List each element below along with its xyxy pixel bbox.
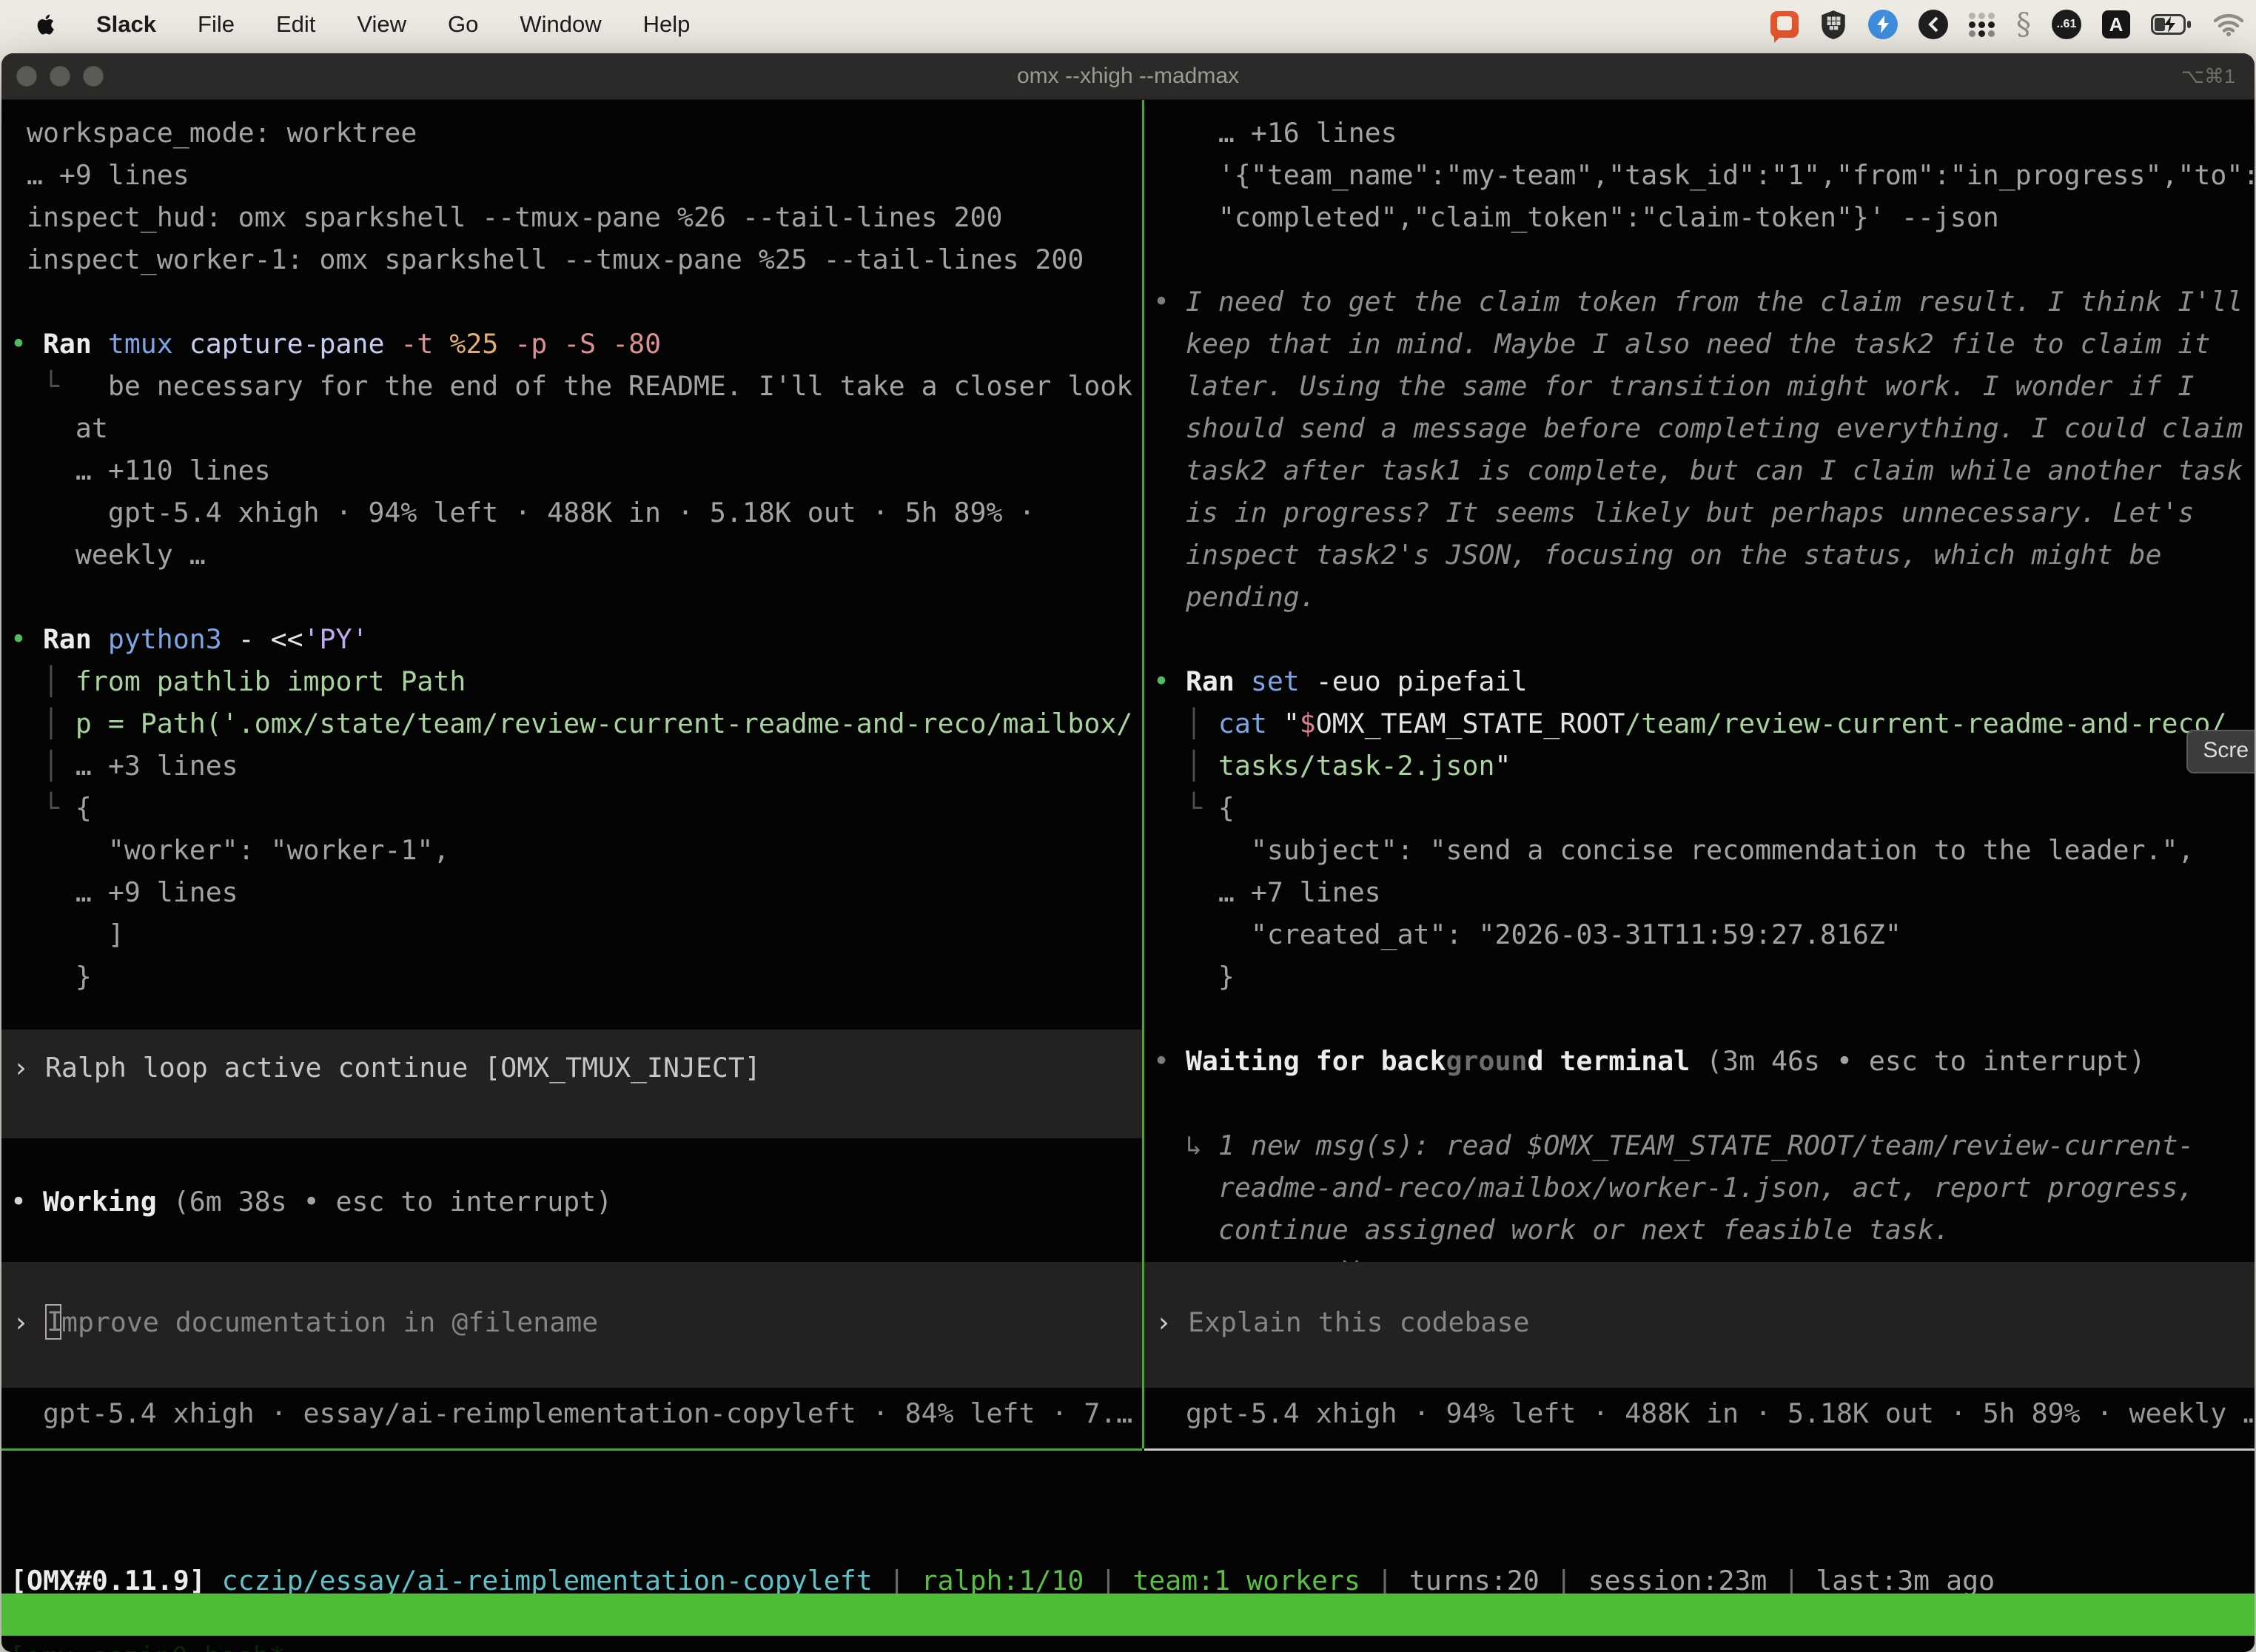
terminal-line: later. Using the same for transition mig… xyxy=(1153,365,2255,407)
terminal-line: › Ralph loop active continue [OMX_TMUX_I… xyxy=(1,1047,1142,1089)
terminal-window: omx --xhigh --madmax ⌥⌘1 workspace_mode:… xyxy=(1,53,2255,1652)
right-model-status-line: gpt-5.4 xhigh · 94% left · 488K in · 5.1… xyxy=(1153,1392,2255,1434)
terminal-line: } xyxy=(10,956,1141,998)
terminal-line: › Explain this codebase xyxy=(1144,1301,2255,1343)
terminal-line: │ p = Path('.omx/state/team/review-curre… xyxy=(10,702,1141,745)
terminal-line: └ { xyxy=(1153,787,2255,829)
terminal-line: pending. xyxy=(1153,576,2255,618)
terminal-line: at xyxy=(10,407,1141,449)
window-titlebar[interactable]: omx --xhigh --madmax ⌥⌘1 xyxy=(1,53,2255,100)
terminal-line: └ { xyxy=(10,787,1141,829)
left-model-status-line: gpt-5.4 xhigh · essay/ai-reimplementatio… xyxy=(10,1392,1132,1434)
terminal-content: workspace_mode: worktree … +9 lines insp… xyxy=(1,100,2255,1652)
terminal-line: inspect_hud: omx sparkshell --tmux-pane … xyxy=(10,196,1141,238)
working-status: • Working (6m 38s • esc to interrupt) xyxy=(10,1181,612,1223)
left-prompt-input[interactable]: › Improve documentation in @filename xyxy=(1,1262,1142,1388)
terminal-line xyxy=(1153,1082,2255,1124)
terminal-line: • Ran python3 - <<'PY' xyxy=(10,618,1141,660)
shield-grid-icon[interactable] xyxy=(1819,9,1847,40)
terminal-line: • Waiting for background terminal (3m 46… xyxy=(1153,1040,2255,1082)
right-prompt-input[interactable]: › Explain this codebase xyxy=(1144,1262,2255,1388)
terminal-line: gpt-5.4 xhigh · 94% left · 488K in · 5.1… xyxy=(10,491,1141,534)
terminal-line: │ from pathlib import Path xyxy=(10,660,1141,702)
menu-item-view[interactable]: View xyxy=(357,11,406,38)
terminal-line: ↳ 1 new msg(s): read $OMX_TEAM_STATE_ROO… xyxy=(1153,1124,2255,1166)
terminal-line: • Ran set -euo pipefail xyxy=(1153,660,2255,702)
terminal-line xyxy=(1153,238,2255,281)
terminal-line xyxy=(10,576,1141,618)
terminal-line: inspect task2's JSON, focusing on the st… xyxy=(1153,534,2255,576)
terminal-line: … +9 lines xyxy=(10,154,1141,196)
terminal-line: should send a message before completing … xyxy=(1153,407,2255,449)
terminal-line xyxy=(1153,618,2255,660)
terminal-line: } xyxy=(1153,956,2255,998)
terminal-line: … +110 lines xyxy=(10,449,1141,491)
screen-overlay-tooltip: Scre xyxy=(2186,730,2255,773)
tmux-session-name[interactable]: [omx-cczip0:bash* xyxy=(9,1636,286,1652)
terminal-line xyxy=(1153,998,2255,1040)
terminal-line: continue assigned work or next feasible … xyxy=(1153,1209,2255,1251)
terminal-line: … +9 lines xyxy=(10,871,1141,913)
terminal-line: "completed","claim_token":"claim-token"}… xyxy=(1153,196,2255,238)
terminal-line: │ cat "$OMX_TEAM_STATE_ROOT/team/review-… xyxy=(1153,702,2255,745)
dots-grid-icon[interactable] xyxy=(1969,13,1995,37)
menu-item-window[interactable]: Window xyxy=(520,11,601,38)
left-pane-bottom-border xyxy=(1,1448,1142,1451)
pane-divider[interactable] xyxy=(1142,100,1144,1448)
wifi-icon[interactable] xyxy=(2213,13,2244,36)
terminal-line: │ tasks/task-2.json" xyxy=(1153,745,2255,787)
spark-badge-icon[interactable] xyxy=(1868,10,1898,39)
menu-item-edit[interactable]: Edit xyxy=(276,11,315,38)
terminal-line: … +16 lines xyxy=(1153,112,2255,154)
terminal-line xyxy=(10,281,1141,323)
terminal-line: • I need to get the claim token from the… xyxy=(1153,281,2255,323)
scroll-squiggle-icon[interactable]: § xyxy=(2016,7,2031,41)
terminal-line: weekly … xyxy=(10,534,1141,576)
menu-item-go[interactable]: Go xyxy=(448,11,478,38)
window-shortcut-hint: ⌥⌘1 xyxy=(2181,53,2235,99)
terminal-line: │ … +3 lines xyxy=(10,745,1141,787)
ralph-loop-banner: › Ralph loop active continue [OMX_TMUX_I… xyxy=(1,1030,1142,1138)
terminal-line: • Working (6m 38s • esc to interrupt) xyxy=(10,1181,612,1223)
terminal-line: • Ran tmux capture-pane -t %25 -p -S -80 xyxy=(10,323,1141,365)
omx-session-status: [OMX#0.11.9] cczip/essay/ai-reimplementa… xyxy=(10,1475,1995,1517)
terminal-line: task2 after task1 is complete, but can I… xyxy=(1153,449,2255,491)
menu-item-app[interactable]: Slack xyxy=(96,11,156,38)
terminal-line: keep that in mind. Maybe I also need the… xyxy=(1153,323,2255,365)
terminal-line: … +7 lines xyxy=(1153,871,2255,913)
tmux-status-bar: [omx-cczip0:bash* "MacBook-Pro-44.local"… xyxy=(1,1594,2255,1636)
terminal-line: workspace_mode: worktree xyxy=(10,112,1141,154)
menu-item-help[interactable]: Help xyxy=(643,11,691,38)
messages-icon[interactable] xyxy=(1770,11,1799,38)
window-title: omx --xhigh --madmax xyxy=(1,53,2255,99)
menu-bar-status-icons: § ..61 A xyxy=(1770,0,2244,49)
terminal-line: › Improve documentation in @filename xyxy=(1,1301,1142,1343)
terminal-line: readme-and-reco/mailbox/worker-1.json, a… xyxy=(1153,1166,2255,1209)
apple-menu-icon[interactable] xyxy=(34,10,59,39)
terminal-line: '{"team_name":"my-team","task_id":"1","f… xyxy=(1153,154,2255,196)
terminal-line: inspect_worker-1: omx sparkshell --tmux-… xyxy=(10,238,1141,281)
right-pane-bottom-border xyxy=(1144,1448,2255,1451)
terminal-line: ] xyxy=(10,913,1141,956)
left-terminal-pane[interactable]: workspace_mode: worktree … +9 lines insp… xyxy=(10,100,1141,1447)
terminal-line: └ be necessary for the end of the README… xyxy=(10,365,1141,407)
contrast-chevron-icon[interactable] xyxy=(1918,10,1948,39)
input-source-icon[interactable]: A xyxy=(2102,10,2130,38)
terminal-line: "worker": "worker-1", xyxy=(10,829,1141,871)
timer-badge-icon[interactable]: ..61 xyxy=(2052,10,2081,39)
terminal-line: "created_at": "2026-03-31T11:59:27.816Z" xyxy=(1153,913,2255,956)
terminal-line: "subject": "send a concise recommendatio… xyxy=(1153,829,2255,871)
right-terminal-pane[interactable]: … +16 lines '{"team_name":"my-team","tas… xyxy=(1153,100,2255,1447)
menu-bar: Slack File Edit View Go Window Help § ..… xyxy=(0,0,2256,49)
menu-item-file[interactable]: File xyxy=(198,11,235,38)
battery-icon[interactable] xyxy=(2151,14,2192,35)
terminal-line: is in progress? It seems likely but perh… xyxy=(1153,491,2255,534)
